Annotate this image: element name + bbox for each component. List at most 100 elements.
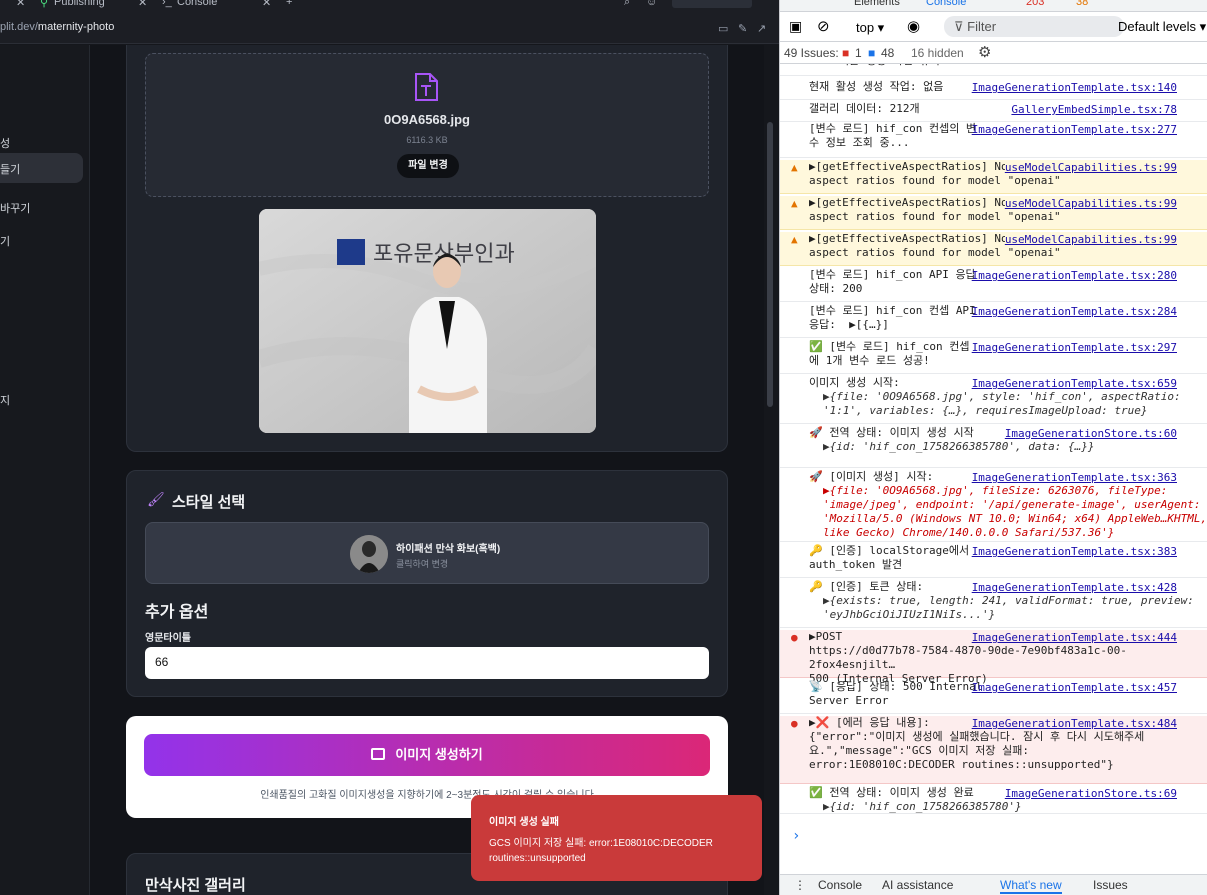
- source-link[interactable]: useModelCapabilities.ts:99: [1004, 161, 1177, 175]
- close-icon[interactable]: ✕: [262, 0, 271, 9]
- console-row[interactable]: 현재 활성 생성 작업: 없음 ImageGenerationTemplate.t…: [780, 80, 1207, 100]
- issues-info-count[interactable]: 48: [881, 46, 894, 60]
- drawer-tab-whats-new[interactable]: What's new: [1000, 878, 1062, 894]
- console-object[interactable]: ▶{file: '0O9A6568.jpg', fileSize: 626307…: [809, 484, 1207, 540]
- clear-console-icon[interactable]: ⊘: [817, 17, 830, 35]
- sidebar-item-3[interactable]: 바꾸기: [0, 192, 83, 222]
- context-select[interactable]: top ▾: [856, 20, 884, 36]
- tab-publishing[interactable]: Publishing: [54, 0, 105, 8]
- change-file-button[interactable]: 파일 변경: [397, 154, 459, 178]
- issues-error-count[interactable]: 1: [855, 46, 862, 60]
- console-row[interactable]: 이미지 생성 시작: ▶{file: '0O9A6568.jpg', style:…: [780, 376, 1207, 424]
- title-input[interactable]: 66: [145, 647, 709, 679]
- brush-icon: 🖌: [147, 491, 165, 507]
- sidebar-toggle-icon[interactable]: ▣: [789, 18, 802, 35]
- style-hint: 클릭하여 변경: [396, 559, 449, 569]
- scrollbar-thumb[interactable]: [767, 122, 773, 407]
- console-row[interactable]: ● ▶POST https://d0d77b78-7584-4870-90de-7…: [780, 630, 1207, 685]
- console-row[interactable]: [변수 로드] hif_con 컨셉의 변 수 정보 조회 중... ImageG…: [780, 122, 1207, 158]
- console-row[interactable]: ▲ ▶[getEffectiveAspectRatios] No aspect r…: [780, 196, 1207, 230]
- style-section-title: 스타일 선택: [172, 494, 246, 511]
- console-row[interactable]: 📡 [응답] 상태: 500 Internal Server Error Imag…: [780, 680, 1207, 714]
- console-row[interactable]: 🔑 [인증] 토큰 상태: ▶{exists: true, length: 241…: [780, 580, 1207, 628]
- tab-elements[interactable]: Elements: [854, 0, 900, 8]
- source-link[interactable]: GalleryEmbedSimple.tsx:78: [1011, 103, 1177, 117]
- sidebar-item-4[interactable]: 기: [0, 225, 83, 255]
- publishing-icon: ⚲: [40, 0, 49, 9]
- close-icon[interactable]: ✕: [16, 0, 25, 9]
- console-row[interactable]: 갤러리 데이터: 212개 GalleryEmbedSimple.tsx:78: [780, 102, 1207, 122]
- source-link[interactable]: ImageGenerationTemplate.tsx:284: [972, 305, 1177, 319]
- issues-label[interactable]: 49 Issues:: [784, 46, 839, 60]
- search-icon[interactable]: ⌕: [624, 0, 630, 9]
- filter-input[interactable]: ⊽ Filter: [944, 16, 1124, 37]
- console-row[interactable]: [변수 로드] hif_con 컨셉 API 응답: ▶[{…}] ImageGe…: [780, 304, 1207, 338]
- source-link[interactable]: ImageGenerationTemplate.tsx:484: [971, 717, 1177, 731]
- style-selector[interactable]: 하이패션 만삭 화보(흑백) 클릭하여 변경: [145, 522, 709, 584]
- open-external-icon[interactable]: ↗: [757, 22, 766, 35]
- console-row[interactable]: 트 - 기존 생성 작업 유지: [780, 64, 1207, 76]
- sidebar-item-label: 바꾸기: [0, 203, 31, 215]
- source-link[interactable]: ImageGenerationTemplate.tsx:659: [972, 377, 1177, 391]
- console-object[interactable]: ▶{file: '0O9A6568.jpg', style: 'hif_con'…: [809, 390, 1207, 418]
- error-count[interactable]: 203: [1026, 0, 1044, 8]
- console-object[interactable]: ▶{exists: true, length: 241, validFormat…: [809, 594, 1207, 622]
- console-object[interactable]: ▶{id: 'hif_con_1758266385780'}: [809, 800, 1207, 814]
- error-toast[interactable]: 이미지 생성 실패 GCS 이미지 저장 실패: error:1E08010C:…: [471, 795, 762, 881]
- console-row[interactable]: ● ▶❌ [에러 응답 내용]: {"error":"이미지 생성에 실패했습니다…: [780, 716, 1207, 784]
- toast-title: 이미지 생성 실패: [489, 817, 559, 828]
- console-object[interactable]: ▶{id: 'hif_con_1758266385780', data: {…}…: [809, 440, 1207, 454]
- tab-console[interactable]: Console: [926, 0, 966, 8]
- source-link[interactable]: ImageGenerationTemplate.tsx:277: [972, 123, 1177, 137]
- drawer-tab-console[interactable]: Console: [818, 878, 862, 892]
- options-title: 추가 옵션: [145, 604, 209, 621]
- generate-button[interactable]: 이미지 생성하기: [144, 734, 710, 776]
- warning-icon: ▲: [791, 197, 798, 210]
- close-icon[interactable]: ✕: [138, 0, 147, 9]
- sidebar-item-label: 성: [0, 138, 11, 150]
- log-levels-select[interactable]: Default levels ▾: [1118, 19, 1206, 35]
- sidebar-item-5[interactable]: 지: [0, 384, 83, 414]
- more-icon[interactable]: ⋮: [794, 878, 806, 892]
- source-link[interactable]: ImageGenerationTemplate.tsx:297: [972, 341, 1177, 355]
- source-link[interactable]: ImageGenerationTemplate.tsx:280: [972, 269, 1177, 283]
- browser-tabbar: ✕ ⚲ Publishing ✕ ›_ Console ✕ + ⌕ ☺: [0, 0, 779, 12]
- source-link[interactable]: ImageGenerationTemplate.tsx:428: [972, 581, 1177, 595]
- drawer-tab-issues[interactable]: Issues: [1093, 878, 1128, 892]
- console-row[interactable]: ▲ ▶[getEffectiveAspectRatios] No aspect r…: [780, 160, 1207, 194]
- gear-icon[interactable]: ⚙: [978, 43, 991, 61]
- warning-icon: ▲: [791, 233, 798, 246]
- console-prompt[interactable]: ›: [792, 828, 800, 844]
- sidebar-item-2[interactable]: 들기: [0, 153, 83, 183]
- source-link[interactable]: ImageGenerationTemplate.tsx:383: [972, 545, 1177, 559]
- wrench-icon[interactable]: ✎: [738, 22, 747, 35]
- sidebar-item-label: 지: [0, 395, 11, 407]
- console-row[interactable]: ✅ [변수 로드] hif_con 컨셉 에 1개 변수 로드 성공! Image…: [780, 340, 1207, 374]
- republish-button[interactable]: [672, 0, 752, 8]
- eye-icon[interactable]: ◉: [907, 17, 920, 35]
- console-row[interactable]: ✅ 전역 상태: 이미지 생성 완료 ▶{id: 'hif_con_1758266…: [780, 786, 1207, 814]
- drawer-tab-ai[interactable]: AI assistance: [882, 878, 953, 892]
- console-row[interactable]: 🔑 [인증] localStorage에서 auth_token 발견 Image…: [780, 544, 1207, 578]
- upload-dropzone[interactable]: 0O9A6568.jpg 6116.3 KB 파일 변경: [145, 53, 709, 197]
- source-link[interactable]: ImageGenerationStore.ts:69: [1005, 787, 1177, 801]
- source-link[interactable]: ImageGenerationStore.ts:60: [1005, 427, 1177, 441]
- source-link[interactable]: ImageGenerationTemplate.tsx:140: [972, 81, 1177, 95]
- console-row[interactable]: [변수 로드] hif_con API 응답 상태: 200 ImageGener…: [780, 268, 1207, 302]
- file-name: 0O9A6568.jpg: [384, 112, 470, 127]
- user-icon[interactable]: ☺: [646, 0, 657, 8]
- source-link[interactable]: useModelCapabilities.ts:99: [1004, 197, 1177, 211]
- url-text[interactable]: plit.dev/maternity-photo: [0, 21, 114, 33]
- source-link[interactable]: ImageGenerationTemplate.tsx:457: [972, 681, 1177, 695]
- devices-icon[interactable]: ▭: [718, 22, 728, 35]
- add-tab-icon[interactable]: +: [286, 0, 292, 8]
- source-link[interactable]: useModelCapabilities.ts:99: [1004, 233, 1177, 247]
- hidden-count: 16 hidden: [911, 46, 964, 60]
- source-link[interactable]: ImageGenerationTemplate.tsx:444: [971, 631, 1177, 645]
- source-link[interactable]: ImageGenerationTemplate.tsx:363: [972, 471, 1177, 485]
- console-row[interactable]: ▲ ▶[getEffectiveAspectRatios] No aspect r…: [780, 232, 1207, 266]
- tab-console[interactable]: Console: [177, 0, 217, 8]
- console-row[interactable]: 🚀 [이미지 생성] 시작: ▶{file: '0O9A6568.jpg', fi…: [780, 470, 1207, 542]
- console-row[interactable]: 🚀 전역 상태: 이미지 생성 시작 ▶{id: 'hif_con_1758266…: [780, 426, 1207, 468]
- warning-count[interactable]: 38: [1076, 0, 1088, 8]
